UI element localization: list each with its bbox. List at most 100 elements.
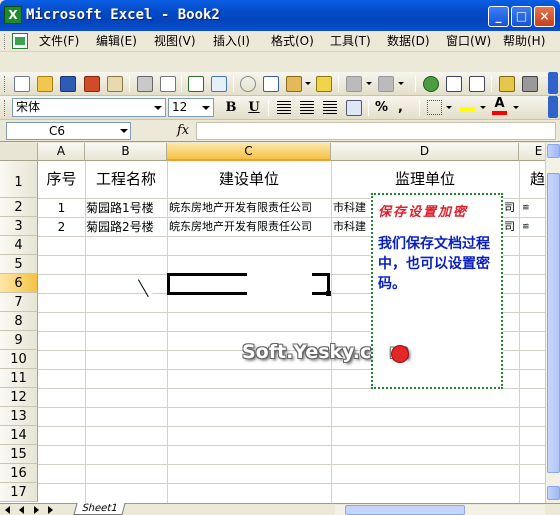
hyperlink-icon[interactable] [423, 76, 439, 92]
row-header[interactable]: 17 [0, 483, 38, 502]
redo-icon[interactable] [378, 76, 394, 92]
comma-style-button[interactable]: , [398, 100, 403, 115]
row-header[interactable]: 12 [0, 388, 38, 407]
cell-c2[interactable]: 皖东房地产开发有限责任公司 [169, 199, 331, 217]
row-header[interactable]: 16 [0, 464, 38, 483]
align-left-icon[interactable] [277, 101, 291, 114]
column-header-b[interactable]: B [85, 143, 167, 161]
sort-ascending-icon[interactable] [446, 76, 462, 92]
fill-handle[interactable] [326, 291, 331, 296]
scroll-down-icon[interactable] [547, 486, 560, 500]
chevron-down-icon[interactable] [120, 129, 128, 133]
sheet-tab-sheet1[interactable]: Sheet1 [73, 503, 126, 515]
toolbar-options-icon[interactable] [548, 72, 558, 94]
scroll-up-icon[interactable] [547, 144, 560, 158]
cell-e2[interactable]: ≌ [522, 199, 544, 217]
cell-d3[interactable]: 市科建 [333, 218, 373, 236]
menu-edit[interactable]: 编辑(E) [93, 33, 140, 49]
horizontal-scroll-thumb[interactable] [345, 505, 465, 515]
prev-sheet-icon[interactable] [18, 505, 26, 514]
column-header-c[interactable]: C [167, 143, 331, 161]
column-header-a[interactable]: A [38, 143, 85, 161]
save-icon[interactable] [60, 76, 76, 92]
menu-window[interactable]: 窗口(W) [443, 33, 494, 49]
print-icon[interactable] [137, 76, 153, 92]
camera-icon[interactable] [522, 76, 538, 92]
row-header[interactable]: 3 [0, 217, 38, 236]
menu-tools[interactable]: 工具(T) [327, 33, 374, 49]
borders-icon[interactable] [427, 100, 442, 115]
cut-icon[interactable] [240, 76, 256, 92]
align-right-icon[interactable] [323, 101, 337, 114]
row-header[interactable]: 13 [0, 407, 38, 426]
row-header[interactable]: 9 [0, 331, 38, 350]
new-icon[interactable] [14, 76, 30, 92]
permission-icon[interactable] [84, 76, 100, 92]
formula-input[interactable] [196, 122, 556, 140]
undo-icon[interactable] [346, 76, 362, 92]
redo-dropdown-icon[interactable] [398, 82, 404, 85]
font-name-select[interactable]: 宋体 [12, 98, 166, 117]
menu-data[interactable]: 数据(D) [384, 33, 433, 49]
cell-a3[interactable]: 2 [38, 218, 85, 236]
toolbar-grip-icon[interactable] [4, 76, 7, 92]
horizontal-scrollbar[interactable] [335, 505, 545, 515]
row-header[interactable]: 7 [0, 293, 38, 312]
cell-a1[interactable]: 序号 [38, 169, 85, 189]
cell-e1[interactable]: 趋 [530, 169, 545, 189]
row-header[interactable]: 2 [0, 198, 38, 217]
format-painter-icon[interactable] [316, 76, 332, 92]
row-header[interactable]: 6 [0, 274, 38, 293]
minimize-button[interactable]: _ [488, 6, 509, 27]
row-header[interactable]: 11 [0, 369, 38, 388]
name-box[interactable]: C6 [6, 122, 131, 140]
select-all-corner[interactable] [0, 143, 38, 161]
font-size-select[interactable]: 12 [168, 98, 214, 117]
column-header-d[interactable]: D [331, 143, 519, 161]
fill-color-icon[interactable] [460, 100, 475, 111]
close-button[interactable]: × [534, 6, 555, 27]
sort-descending-icon[interactable] [469, 76, 485, 92]
menu-format[interactable]: 格式(O) [268, 33, 317, 49]
menu-insert[interactable]: 插入(I) [210, 33, 253, 49]
cell-c1[interactable]: 建设单位 [167, 169, 331, 189]
cell-a2[interactable]: 1 [38, 199, 85, 217]
menu-grip-icon[interactable] [4, 34, 7, 49]
chevron-down-icon[interactable] [151, 99, 165, 116]
column-header-e[interactable]: E [519, 143, 545, 161]
align-center-icon[interactable] [300, 101, 314, 114]
print-preview-icon[interactable] [160, 76, 176, 92]
toolbar-options-icon[interactable] [548, 96, 558, 118]
menu-file[interactable]: 文件(F) [36, 33, 82, 49]
first-sheet-icon[interactable] [4, 505, 12, 514]
vertical-scrollbar[interactable] [545, 143, 560, 503]
cell-b3[interactable]: 菊园路2号楼 [86, 218, 167, 236]
borders-dropdown-icon[interactable] [446, 106, 452, 109]
chart-wizard-icon[interactable] [499, 76, 515, 92]
worksheet-grid[interactable]: A B C D E 1 2 3 4 5 6 7 8 9 10 11 12 13 … [0, 143, 545, 503]
vertical-scroll-thumb[interactable] [547, 173, 560, 473]
font-color-icon[interactable]: A [492, 97, 507, 115]
cell-d2[interactable]: 市科建 [333, 199, 373, 217]
spelling-icon[interactable] [188, 76, 204, 92]
cell-b2[interactable]: 菊园路1号楼 [86, 199, 167, 217]
bold-button[interactable]: B [222, 99, 240, 117]
research-icon[interactable] [211, 76, 227, 92]
row-header[interactable]: 5 [0, 255, 38, 274]
fill-color-dropdown-icon[interactable] [480, 106, 486, 109]
copy-icon[interactable] [263, 76, 279, 92]
maximize-button[interactable]: □ [511, 6, 532, 27]
merge-center-icon[interactable] [346, 100, 362, 116]
row-header[interactable]: 15 [0, 445, 38, 464]
row-header[interactable]: 1 [0, 161, 38, 198]
excel-app-icon[interactable]: X [4, 6, 22, 24]
cell-c3[interactable]: 皖东房地产开发有限责任公司 [169, 218, 331, 236]
row-header[interactable]: 4 [0, 236, 38, 255]
cell-b1[interactable]: 工程名称 [85, 169, 167, 189]
next-sheet-icon[interactable] [32, 505, 40, 514]
row-header[interactable]: 8 [0, 312, 38, 331]
workbook-icon[interactable] [12, 33, 28, 49]
cell-d1[interactable]: 监理单位 [331, 169, 519, 189]
insert-function-icon[interactable]: fx [177, 123, 189, 138]
paste-dropdown-icon[interactable] [305, 82, 311, 85]
